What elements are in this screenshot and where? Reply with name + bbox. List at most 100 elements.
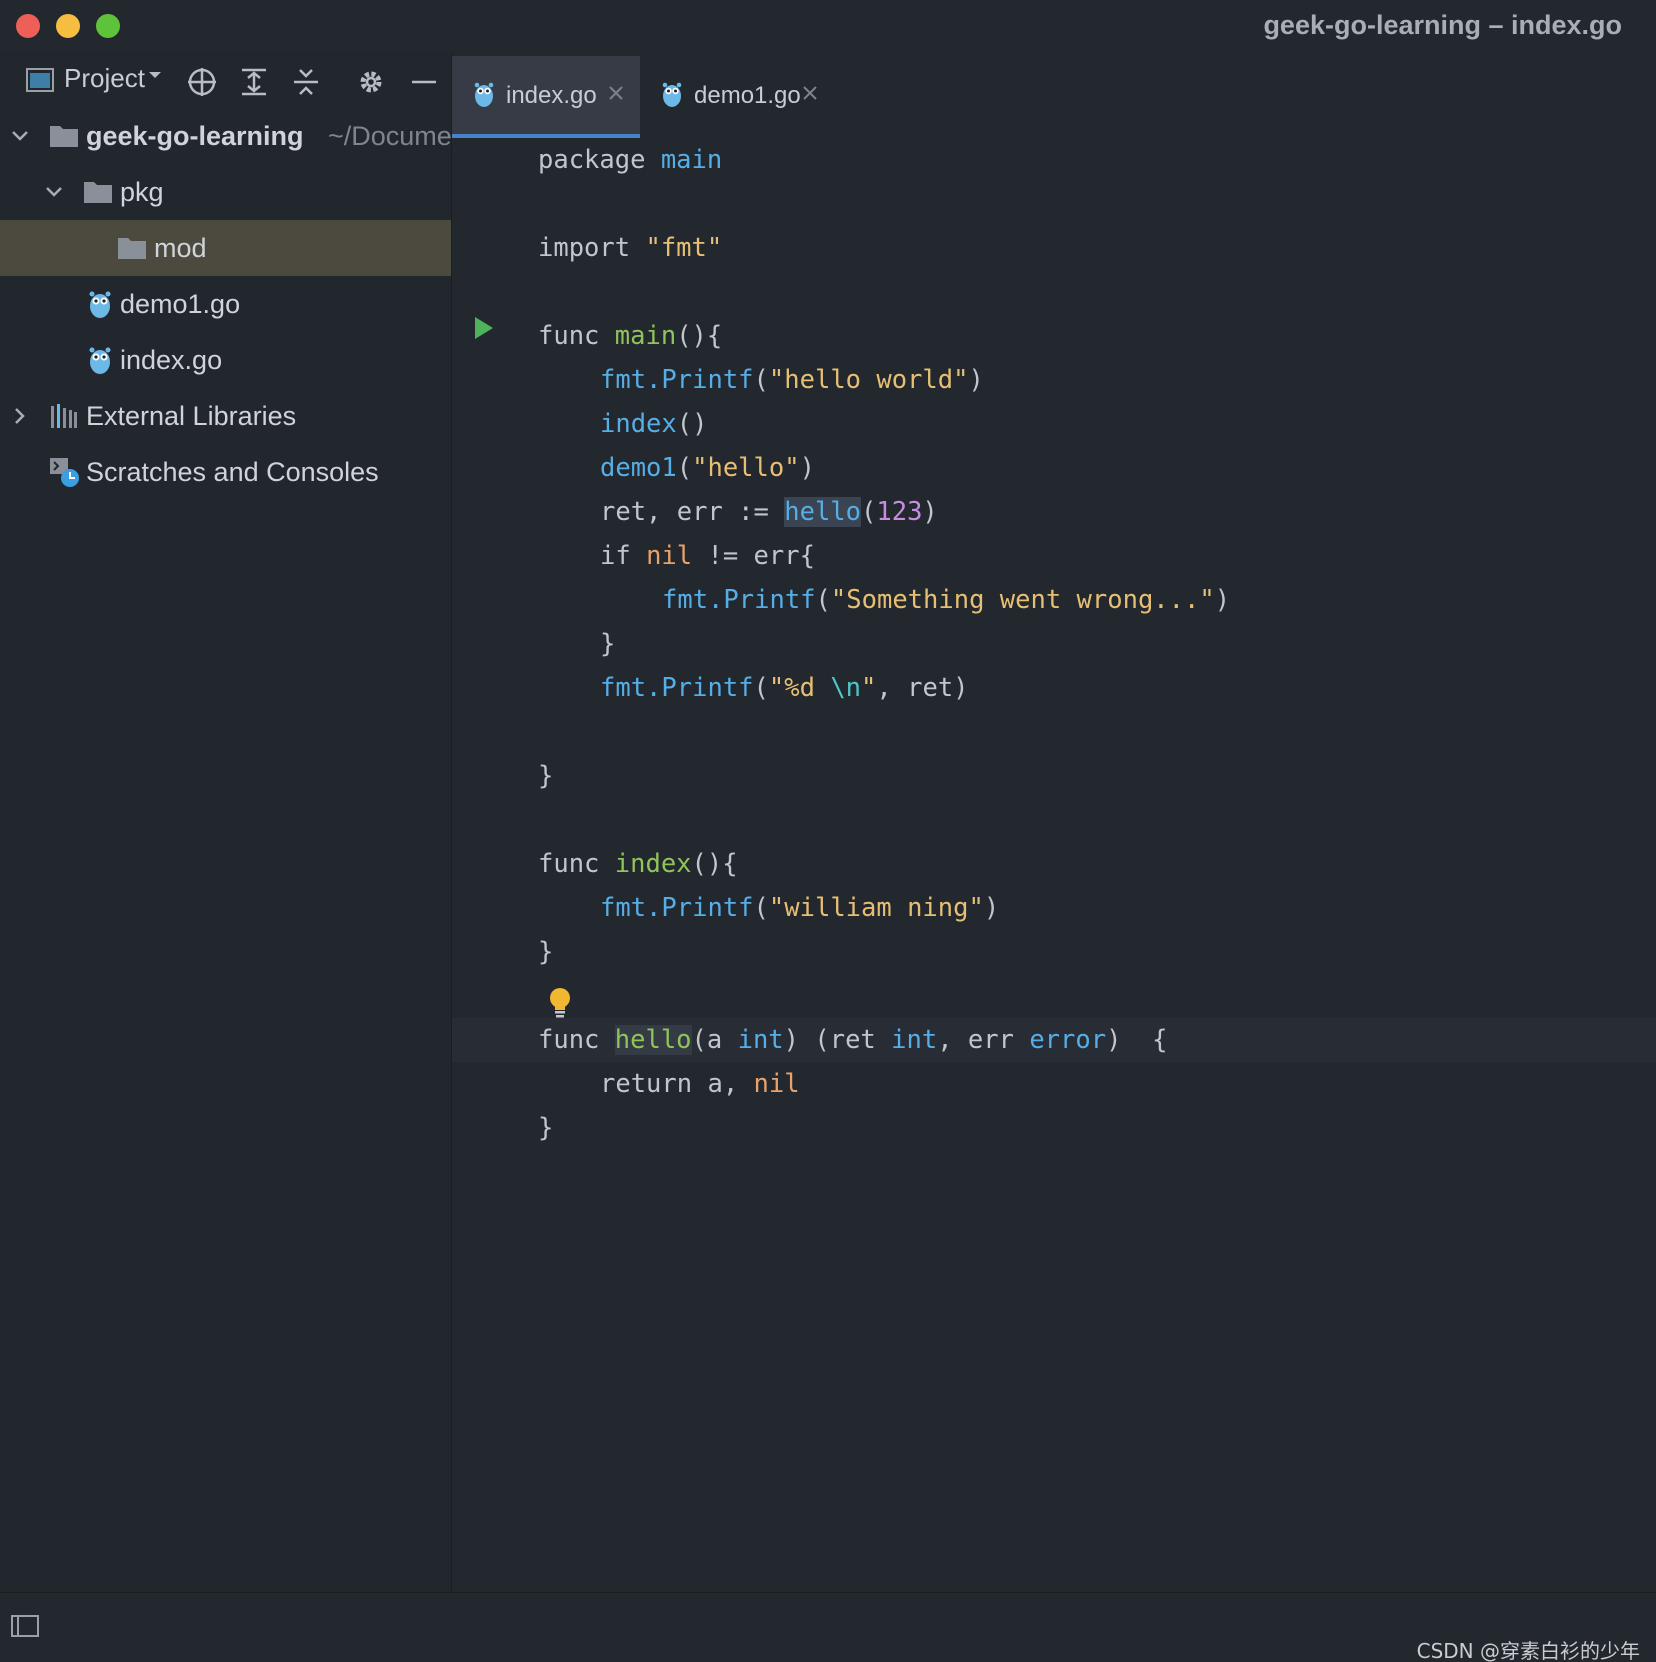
chevron-down-icon[interactable] — [146, 66, 164, 84]
code-line: } — [538, 930, 553, 974]
code-token: "Something went wrong..." — [830, 585, 1215, 615]
code-token: int — [891, 1025, 938, 1055]
code-token: fmt. — [600, 673, 662, 703]
code-token: ) — [799, 453, 815, 483]
window-title: geek-go-learning – index.go — [1263, 10, 1622, 40]
code-token: fmt. — [662, 585, 724, 615]
code-token: return a, — [600, 1069, 754, 1099]
ide-window: geek-go-learning – index.go Project geek… — [0, 0, 1656, 1662]
toggle-tool-windows-icon[interactable] — [10, 1613, 40, 1639]
tree-item-external-libraries[interactable]: External Libraries — [0, 388, 451, 444]
code-token: ( — [753, 893, 769, 923]
code-token: 123 — [876, 497, 923, 527]
code-token: , err — [937, 1025, 1030, 1055]
code-token: () — [676, 409, 708, 439]
code-token: fmt. — [600, 893, 662, 923]
hide-panel-icon[interactable] — [408, 66, 440, 98]
code-token: (a — [691, 1025, 738, 1055]
code-token: \n — [830, 673, 862, 703]
code-token: hello — [784, 497, 861, 527]
tab-index-go[interactable]: index.go — [452, 56, 640, 138]
code-token: ret, err := — [600, 497, 785, 527]
tree-label-mod: mod — [154, 233, 207, 263]
chevron-right-icon[interactable] — [8, 404, 32, 428]
code-line: return a, nil — [600, 1062, 800, 1106]
project-view-dropdown[interactable]: Project — [64, 63, 145, 94]
code-token: } — [538, 761, 554, 791]
code-line: fmt.Printf("Something went wrong...") — [662, 578, 1230, 622]
code-token: package — [538, 145, 661, 175]
zoom-window-button[interactable] — [96, 14, 120, 38]
lightbulb-icon[interactable] — [546, 986, 574, 1018]
tree-item-mod[interactable]: mod — [0, 220, 451, 276]
code-token: != err{ — [692, 541, 815, 571]
gear-icon[interactable] — [355, 66, 387, 98]
code-token: nil — [753, 1069, 800, 1099]
code-token: ) — [968, 365, 984, 395]
chevron-down-icon[interactable] — [42, 180, 66, 204]
code-line: demo1("hello") — [600, 446, 815, 490]
tree-label-scratches: Scratches and Consoles — [86, 457, 379, 487]
code-line: fmt.Printf("%d \n", ret) — [600, 666, 969, 710]
code-token: ) { — [1106, 1025, 1168, 1055]
code-token: Printf — [723, 585, 816, 615]
code-line: import "fmt" — [538, 226, 722, 270]
code-token: int — [737, 1025, 784, 1055]
tree-item-demo1[interactable]: demo1.go — [0, 276, 451, 332]
code-token: main — [660, 145, 723, 175]
code-token: main — [614, 321, 677, 351]
code-line: ret, err := hello(123) — [600, 490, 938, 534]
code-line: func hello(a int) (ret int, err error) { — [538, 1018, 1168, 1062]
code-token: ) — [983, 893, 1000, 923]
project-root-path: ~/Docume — [328, 121, 452, 151]
tree-item-pkg[interactable]: pkg — [0, 164, 451, 220]
tab-demo1-go[interactable]: demo1.go — [640, 56, 840, 138]
tree-item-project-root[interactable]: geek-go-learning ~/Docume — [0, 108, 452, 164]
code-line: package main — [538, 138, 722, 182]
library-icon — [48, 400, 80, 432]
code-line: fmt.Printf("hello world") — [600, 358, 984, 402]
project-panel: Project geek-go-learning ~/Docume pkg mo… — [0, 52, 452, 1592]
code-token: , ret) — [876, 673, 969, 703]
code-token: "hello" — [692, 453, 800, 483]
locate-file-icon[interactable] — [186, 66, 218, 98]
code-editor[interactable]: package main import "fmt" func main(){ f… — [452, 138, 1656, 1592]
tree-label-external-libraries: External Libraries — [86, 401, 297, 431]
editor-tabs: index.go demo1.go — [452, 56, 1656, 138]
tree-label-demo1: demo1.go — [120, 289, 241, 319]
code-token: ( — [676, 453, 693, 483]
code-line: func index(){ — [538, 842, 738, 886]
code-token: " — [861, 673, 877, 703]
collapse-all-icon[interactable] — [290, 66, 322, 98]
code-token: index — [614, 849, 692, 879]
code-token: } — [600, 629, 616, 659]
minimize-window-button[interactable] — [56, 14, 80, 38]
code-line: func main(){ — [538, 314, 722, 358]
close-icon[interactable] — [606, 83, 626, 103]
expand-all-icon[interactable] — [238, 66, 270, 98]
code-token: ( — [815, 585, 831, 615]
code-token: "william ning" — [768, 893, 984, 923]
close-window-button[interactable] — [16, 14, 40, 38]
scratches-icon — [48, 456, 80, 488]
title-bar: geek-go-learning – index.go — [0, 0, 1656, 52]
code-token: } — [538, 1113, 554, 1143]
folder-icon — [48, 120, 80, 152]
chevron-down-icon[interactable] — [8, 124, 32, 148]
code-token: (){ — [691, 849, 738, 879]
project-root-name: geek-go-learning — [86, 121, 304, 151]
code-token: fmt. — [600, 365, 662, 395]
code-line: index() — [600, 402, 707, 446]
tree-item-scratches[interactable]: Scratches and Consoles — [0, 444, 451, 500]
close-icon[interactable] — [800, 83, 820, 103]
code-token: func — [538, 1025, 615, 1055]
tree-label-index: index.go — [120, 345, 223, 375]
tree-label-pkg: pkg — [120, 177, 164, 207]
code-token: func — [538, 321, 615, 351]
tree-item-index[interactable]: index.go — [0, 332, 451, 388]
run-icon[interactable] — [472, 315, 496, 341]
project-toolbar: Project — [0, 52, 451, 108]
folder-icon — [116, 232, 148, 264]
watermark: CSDN @穿素白衫的少年 — [1416, 1639, 1640, 1662]
code-token: "%d — [768, 673, 831, 703]
